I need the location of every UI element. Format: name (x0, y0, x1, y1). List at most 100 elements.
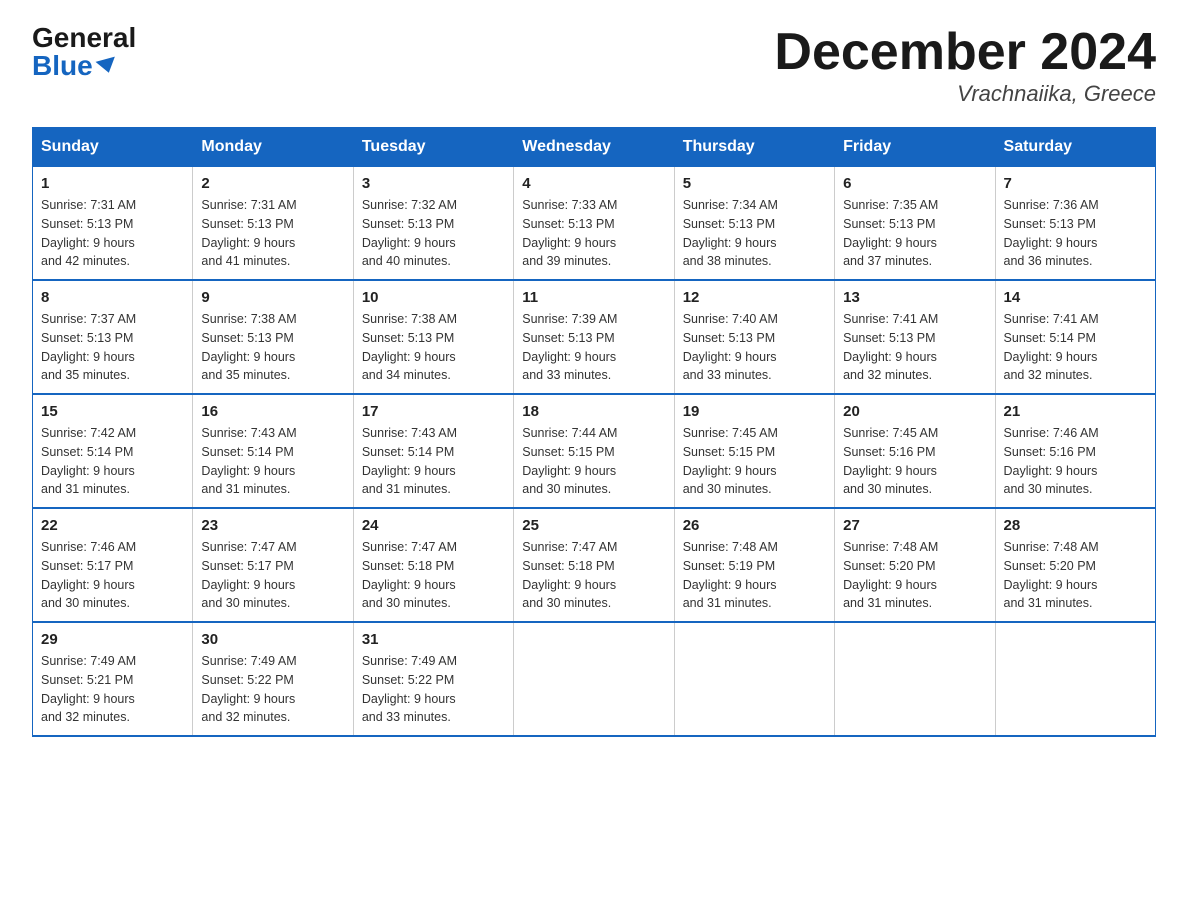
logo-blue-text: Blue (32, 52, 136, 80)
day-cell-21: 21 Sunrise: 7:46 AMSunset: 5:16 PMDayligh… (995, 394, 1155, 508)
week-row-4: 22 Sunrise: 7:46 AMSunset: 5:17 PMDayligh… (33, 508, 1156, 622)
location: Vrachnaiika, Greece (774, 81, 1156, 107)
day-info: Sunrise: 7:47 AMSunset: 5:18 PMDaylight:… (522, 538, 665, 613)
day-info: Sunrise: 7:48 AMSunset: 5:19 PMDaylight:… (683, 538, 826, 613)
day-number: 12 (683, 289, 826, 306)
header-monday: Monday (193, 128, 353, 167)
day-info: Sunrise: 7:41 AMSunset: 5:14 PMDaylight:… (1004, 310, 1147, 385)
day-info: Sunrise: 7:44 AMSunset: 5:15 PMDaylight:… (522, 424, 665, 499)
day-number: 10 (362, 289, 505, 306)
day-cell-9: 9 Sunrise: 7:38 AMSunset: 5:13 PMDaylight… (193, 280, 353, 394)
day-number: 20 (843, 403, 986, 420)
day-number: 26 (683, 517, 826, 534)
day-info: Sunrise: 7:45 AMSunset: 5:16 PMDaylight:… (843, 424, 986, 499)
day-number: 7 (1004, 175, 1147, 192)
day-number: 25 (522, 517, 665, 534)
day-cell-5: 5 Sunrise: 7:34 AMSunset: 5:13 PMDaylight… (674, 167, 834, 281)
day-info: Sunrise: 7:46 AMSunset: 5:17 PMDaylight:… (41, 538, 184, 613)
day-cell-4: 4Sunrise: 7:33 AMSunset: 5:13 PMDaylight… (514, 167, 674, 281)
day-cell-17: 17 Sunrise: 7:43 AMSunset: 5:14 PMDayligh… (353, 394, 513, 508)
day-info: Sunrise: 7:37 AMSunset: 5:13 PMDaylight:… (41, 310, 184, 385)
day-info: Sunrise: 7:40 AMSunset: 5:13 PMDaylight:… (683, 310, 826, 385)
day-info: Sunrise: 7:32 AMSunset: 5:13 PMDaylight:… (362, 196, 505, 271)
day-cell-27: 27 Sunrise: 7:48 AMSunset: 5:20 PMDayligh… (835, 508, 995, 622)
day-info: Sunrise: 7:38 AMSunset: 5:13 PMDaylight:… (201, 310, 344, 385)
day-number: 18 (522, 403, 665, 420)
month-title: December 2024 (774, 24, 1156, 81)
header-friday: Friday (835, 128, 995, 167)
day-info: Sunrise: 7:31 AMSunset: 5:13 PMDaylight:… (201, 196, 344, 271)
day-cell-16: 16 Sunrise: 7:43 AMSunset: 5:14 PMDayligh… (193, 394, 353, 508)
day-number: 15 (41, 403, 184, 420)
day-info: Sunrise: 7:42 AMSunset: 5:14 PMDaylight:… (41, 424, 184, 499)
day-info: Sunrise: 7:36 AMSunset: 5:13 PMDaylight:… (1004, 196, 1147, 271)
day-number: 22 (41, 517, 184, 534)
day-number: 28 (1004, 517, 1147, 534)
day-info: Sunrise: 7:34 AMSunset: 5:13 PMDaylight:… (683, 196, 826, 271)
day-number: 5 (683, 175, 826, 192)
day-cell-26: 26 Sunrise: 7:48 AMSunset: 5:19 PMDayligh… (674, 508, 834, 622)
week-row-2: 8 Sunrise: 7:37 AMSunset: 5:13 PMDaylight… (33, 280, 1156, 394)
day-number: 17 (362, 403, 505, 420)
day-cell-14: 14 Sunrise: 7:41 AMSunset: 5:14 PMDayligh… (995, 280, 1155, 394)
day-number: 31 (362, 631, 505, 648)
empty-cell (835, 622, 995, 736)
day-number: 13 (843, 289, 986, 306)
day-cell-28: 28Sunrise: 7:48 AMSunset: 5:20 PMDayligh… (995, 508, 1155, 622)
header-sunday: Sunday (33, 128, 193, 167)
day-info: Sunrise: 7:35 AMSunset: 5:13 PMDaylight:… (843, 196, 986, 271)
day-cell-15: 15 Sunrise: 7:42 AMSunset: 5:14 PMDayligh… (33, 394, 193, 508)
day-cell-10: 10Sunrise: 7:38 AMSunset: 5:13 PMDayligh… (353, 280, 513, 394)
day-cell-23: 23Sunrise: 7:47 AMSunset: 5:17 PMDayligh… (193, 508, 353, 622)
day-cell-18: 18 Sunrise: 7:44 AMSunset: 5:15 PMDayligh… (514, 394, 674, 508)
day-number: 1 (41, 175, 184, 192)
day-cell-22: 22 Sunrise: 7:46 AMSunset: 5:17 PMDayligh… (33, 508, 193, 622)
day-info: Sunrise: 7:31 AMSunset: 5:13 PMDaylight:… (41, 196, 184, 271)
day-number: 16 (201, 403, 344, 420)
day-number: 19 (683, 403, 826, 420)
empty-cell (514, 622, 674, 736)
day-cell-8: 8 Sunrise: 7:37 AMSunset: 5:13 PMDaylight… (33, 280, 193, 394)
day-info: Sunrise: 7:48 AMSunset: 5:20 PMDaylight:… (843, 538, 986, 613)
day-number: 29 (41, 631, 184, 648)
day-cell-6: 6 Sunrise: 7:35 AMSunset: 5:13 PMDaylight… (835, 167, 995, 281)
day-cell-12: 12 Sunrise: 7:40 AMSunset: 5:13 PMDayligh… (674, 280, 834, 394)
day-cell-24: 24 Sunrise: 7:47 AMSunset: 5:18 PMDayligh… (353, 508, 513, 622)
calendar-header-row: SundayMondayTuesdayWednesdayThursdayFrid… (33, 128, 1156, 167)
day-number: 14 (1004, 289, 1147, 306)
day-number: 8 (41, 289, 184, 306)
empty-cell (995, 622, 1155, 736)
day-number: 9 (201, 289, 344, 306)
day-number: 11 (522, 289, 665, 306)
day-cell-25: 25 Sunrise: 7:47 AMSunset: 5:18 PMDayligh… (514, 508, 674, 622)
day-info: Sunrise: 7:43 AMSunset: 5:14 PMDaylight:… (201, 424, 344, 499)
day-cell-19: 19 Sunrise: 7:45 AMSunset: 5:15 PMDayligh… (674, 394, 834, 508)
logo-general-text: General (32, 24, 136, 52)
day-number: 21 (1004, 403, 1147, 420)
empty-cell (674, 622, 834, 736)
day-info: Sunrise: 7:45 AMSunset: 5:15 PMDaylight:… (683, 424, 826, 499)
day-info: Sunrise: 7:39 AMSunset: 5:13 PMDaylight:… (522, 310, 665, 385)
day-info: Sunrise: 7:47 AMSunset: 5:17 PMDaylight:… (201, 538, 344, 613)
header-tuesday: Tuesday (353, 128, 513, 167)
day-number: 27 (843, 517, 986, 534)
day-cell-7: 7 Sunrise: 7:36 AMSunset: 5:13 PMDaylight… (995, 167, 1155, 281)
day-number: 24 (362, 517, 505, 534)
day-cell-2: 2 Sunrise: 7:31 AMSunset: 5:13 PMDaylight… (193, 167, 353, 281)
day-info: Sunrise: 7:46 AMSunset: 5:16 PMDaylight:… (1004, 424, 1147, 499)
day-cell-13: 13 Sunrise: 7:41 AMSunset: 5:13 PMDayligh… (835, 280, 995, 394)
day-cell-1: 1 Sunrise: 7:31 AMSunset: 5:13 PMDaylight… (33, 167, 193, 281)
day-number: 3 (362, 175, 505, 192)
day-number: 6 (843, 175, 986, 192)
day-info: Sunrise: 7:43 AMSunset: 5:14 PMDaylight:… (362, 424, 505, 499)
day-info: Sunrise: 7:41 AMSunset: 5:13 PMDaylight:… (843, 310, 986, 385)
page-header: General Blue December 2024 Vrachnaiika, … (32, 24, 1156, 107)
day-info: Sunrise: 7:47 AMSunset: 5:18 PMDaylight:… (362, 538, 505, 613)
day-cell-11: 11 Sunrise: 7:39 AMSunset: 5:13 PMDayligh… (514, 280, 674, 394)
day-number: 2 (201, 175, 344, 192)
logo: General Blue (32, 24, 136, 80)
logo-arrow-icon (95, 57, 118, 76)
day-cell-3: 3 Sunrise: 7:32 AMSunset: 5:13 PMDaylight… (353, 167, 513, 281)
day-number: 30 (201, 631, 344, 648)
day-cell-31: 31Sunrise: 7:49 AMSunset: 5:22 PMDayligh… (353, 622, 513, 736)
